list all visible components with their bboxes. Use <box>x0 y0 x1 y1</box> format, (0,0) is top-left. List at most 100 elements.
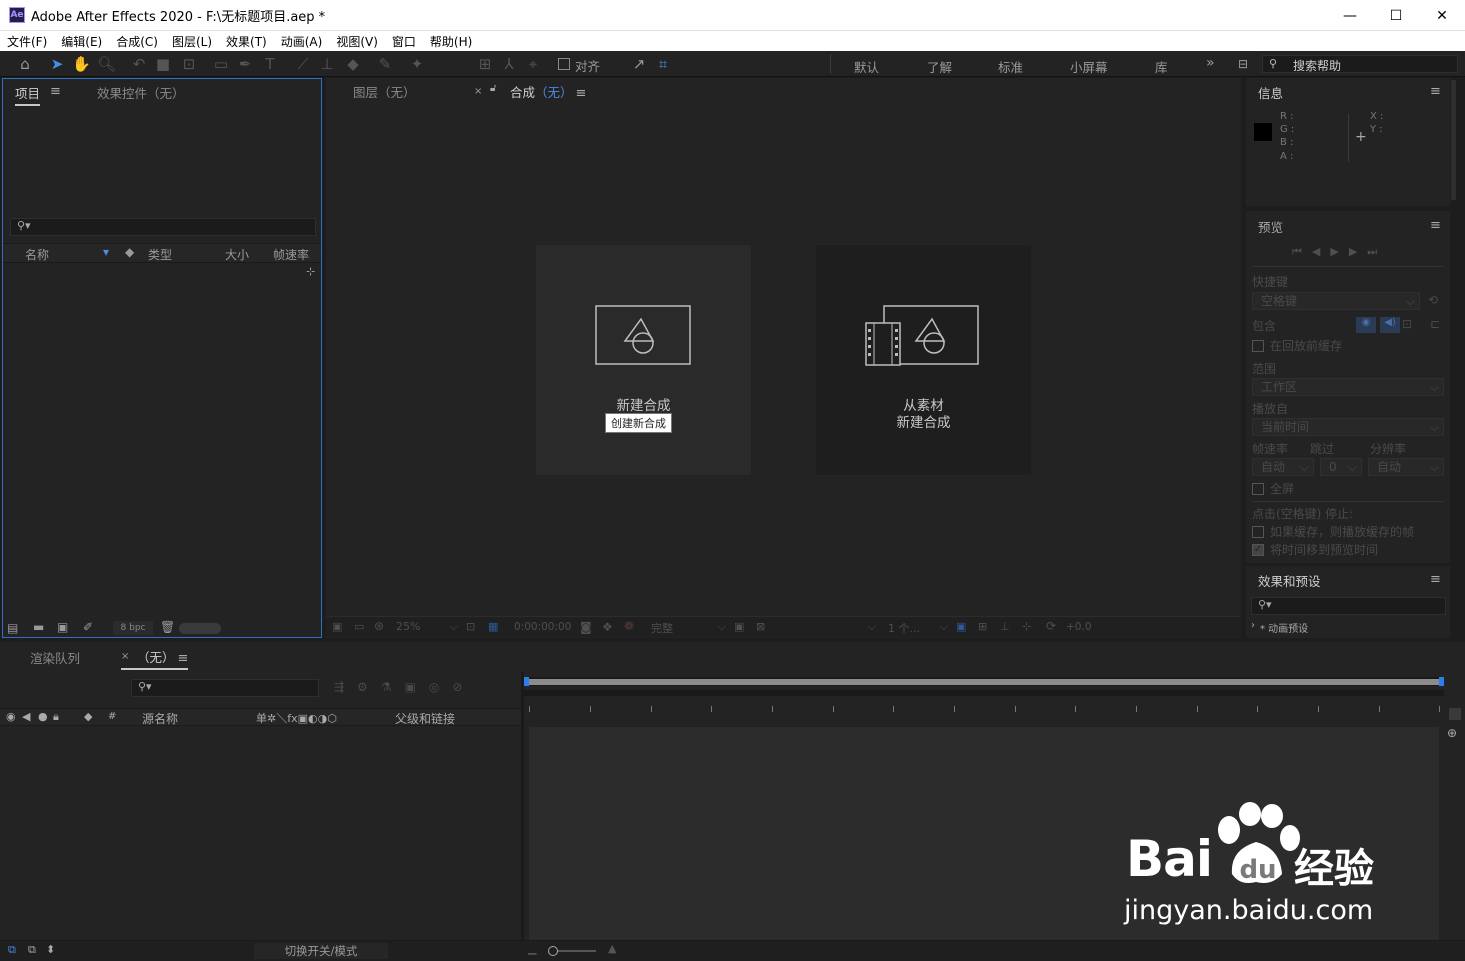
lock-column-icon[interactable]: 🔒︎ <box>53 710 59 724</box>
timeline-switch-icons[interactable]: ⇶⚙⚗▣◎⊘ <box>334 680 475 694</box>
workspace-default[interactable]: 默认 <box>854 57 879 76</box>
audio-icon[interactable]: ◀ <box>22 710 30 723</box>
shortcut-dropdown[interactable]: 空格键 ⌵ <box>1252 292 1420 310</box>
close-button[interactable]: ✕ <box>1419 0 1465 31</box>
zoom-dropdown[interactable]: 25% ⌵ <box>396 620 458 633</box>
menu-help[interactable]: 帮助(H) <box>423 33 479 50</box>
work-area-bar[interactable] <box>524 690 1444 696</box>
fullscreen-checkbox[interactable] <box>1252 483 1264 495</box>
ruler-end-icon[interactable] <box>1449 708 1461 720</box>
hand-tool-icon[interactable]: ✋ <box>72 55 91 73</box>
selection-tool-icon[interactable]: ➤ <box>48 55 66 73</box>
search-help-input[interactable]: ⚲ 搜索帮助 <box>1262 55 1458 73</box>
sync-settings-icon[interactable]: ⊟ <box>1234 55 1252 73</box>
new-composition-icon[interactable]: ▣ <box>57 620 68 634</box>
menu-file[interactable]: 文件(F) <box>0 33 54 50</box>
navigator-end-handle[interactable] <box>1439 677 1444 686</box>
tab-render-queue[interactable]: 渲染队列 <box>30 648 80 667</box>
resolution-dropdown-preview[interactable]: 自动 ⌵ <box>1368 458 1444 476</box>
layer-switches-icon[interactable]: ⧉ <box>8 943 16 957</box>
menu-window[interactable]: 窗口 <box>385 33 423 50</box>
pan-behind-tool-icon[interactable]: ⊡ <box>180 55 198 73</box>
new-comp-from-footage-card[interactable]: 从素材 新建合成 <box>816 245 1031 475</box>
play-from-dropdown[interactable]: 当前时间 ⌵ <box>1252 418 1444 436</box>
exposure-value[interactable]: +0.0 <box>1066 621 1092 633</box>
cache-before-checkbox[interactable] <box>1252 340 1264 352</box>
timeline-search-input[interactable]: ⚲▾ <box>131 679 319 697</box>
solo-icon[interactable]: ● <box>38 710 48 723</box>
range-dropdown[interactable]: 工作区 ⌵ <box>1252 378 1444 396</box>
timeline-scrollbar[interactable] <box>1445 745 1461 940</box>
transparency-icon[interactable]: ⊠ <box>756 620 765 633</box>
sort-arrow-icon[interactable]: ▾ <box>103 245 109 259</box>
time-navigator[interactable] <box>524 677 1444 686</box>
color-channel-icon[interactable]: ❁ <box>624 619 634 633</box>
local-axis-icon[interactable]: ⊞ <box>476 55 494 73</box>
tab-effect-controls[interactable]: 效果控件（无） <box>97 83 185 102</box>
workspace-small-screen[interactable]: 小屏幕 <box>1070 57 1108 76</box>
menu-composition[interactable]: 合成(C) <box>109 33 165 50</box>
safe-zone-icon[interactable]: ⊡ <box>466 620 475 633</box>
menu-view[interactable]: 视图(V) <box>329 33 385 50</box>
camera-tool-icon[interactable]: ■ <box>154 55 172 73</box>
column-framerate[interactable]: 帧速率 <box>273 246 309 263</box>
transfer-controls-icon[interactable]: ⧉ <box>28 943 36 957</box>
external-video-icon[interactable]: ⊏ <box>1430 317 1440 331</box>
time-navigator-bar[interactable] <box>528 679 1440 685</box>
align-checkbox[interactable] <box>558 58 570 70</box>
snap-icon[interactable]: ↗ <box>630 55 648 73</box>
label-column-icon[interactable]: ◆ <box>84 710 92 723</box>
preview-menu-icon[interactable]: ≡ <box>1430 218 1441 233</box>
flowchart-icon[interactable]: ⊹ <box>306 265 315 278</box>
bpc-button[interactable]: 8 bpc <box>113 621 153 635</box>
display-icon[interactable]: ▭ <box>354 620 364 633</box>
info-scrollbar[interactable] <box>1451 80 1456 200</box>
clone-stamp-tool-icon[interactable]: ⊥ <box>318 55 336 73</box>
workspace-libraries[interactable]: 库 <box>1155 57 1168 76</box>
effects-search-input[interactable]: ⚲▾ <box>1251 597 1446 615</box>
current-timecode[interactable]: 0:00:00:00 <box>514 621 571 633</box>
framerate-dropdown[interactable]: 自动 ⌵ <box>1252 458 1314 476</box>
fast-preview-icon[interactable]: ▣ <box>956 620 966 633</box>
view-axis-icon[interactable]: ⌖ <box>524 55 542 73</box>
menu-effect[interactable]: 效果(T) <box>219 33 274 50</box>
views-dropdown[interactable]: 1 个... ⌵ <box>888 620 948 636</box>
include-audio-icon[interactable]: ◀) <box>1380 317 1400 333</box>
menu-layer[interactable]: 图层(L) <box>165 33 219 50</box>
column-type[interactable]: 类型 <box>148 246 172 263</box>
toggle-switches-modes-button[interactable]: 切换开关/模式 <box>254 943 388 959</box>
text-tool-icon[interactable]: T <box>261 55 279 73</box>
roto-brush-tool-icon[interactable]: ✎ <box>376 55 394 73</box>
label-tag-icon[interactable]: ◆ <box>125 245 134 259</box>
in-out-panes-icon[interactable]: ⬍ <box>46 943 55 956</box>
skip-dropdown[interactable]: 0 ⌵ <box>1320 458 1362 476</box>
new-folder-icon[interactable]: ▬ <box>33 620 44 634</box>
always-preview-icon[interactable]: ▣ <box>332 620 342 633</box>
composition-menu-icon[interactable]: ≡ <box>576 86 587 101</box>
trash-icon[interactable]: 🗑︎ <box>160 620 175 634</box>
tab-timeline-comp[interactable]: （无） ≡ <box>121 647 189 670</box>
tab-project[interactable]: 项目 <box>15 83 41 106</box>
transparency-grid-icon[interactable]: ▦ <box>488 620 498 633</box>
menu-edit[interactable]: 编辑(E) <box>54 33 109 50</box>
region-of-interest-icon[interactable]: ▣ <box>734 620 744 633</box>
visibility-eye-icon[interactable]: ◉ <box>6 710 16 723</box>
minimize-button[interactable]: — <box>1327 0 1373 31</box>
play-cached-checkbox[interactable] <box>1252 526 1264 538</box>
interpret-footage-icon[interactable]: ▤ <box>7 621 18 635</box>
navigator-start-handle[interactable] <box>524 677 529 686</box>
workspace-standard[interactable]: 标准 <box>998 57 1023 76</box>
tab-layer[interactable]: 图层（无） <box>353 82 416 101</box>
column-size[interactable]: 大小 <box>225 246 249 263</box>
expand-arrow-icon[interactable]: › <box>1251 620 1255 631</box>
project-search-input[interactable]: ⚲▾ <box>10 218 316 236</box>
node-icon[interactable]: ⊹ <box>1022 620 1031 633</box>
timeline-icon[interactable]: ⊞ <box>978 620 987 633</box>
snap-grid-icon[interactable]: ⌗ <box>654 55 672 73</box>
reset-exposure-icon[interactable]: ⟳ <box>1046 619 1056 633</box>
info-panel-title[interactable]: 信息 <box>1258 83 1283 104</box>
column-name[interactable]: 名称 <box>25 246 49 263</box>
playback-controls[interactable]: ⏮◀▶▶⏭ <box>1292 245 1387 259</box>
zoom-tool-icon[interactable]: 🔍︎ <box>97 55 116 73</box>
effects-presets-title[interactable]: 效果和预设 <box>1258 571 1321 590</box>
